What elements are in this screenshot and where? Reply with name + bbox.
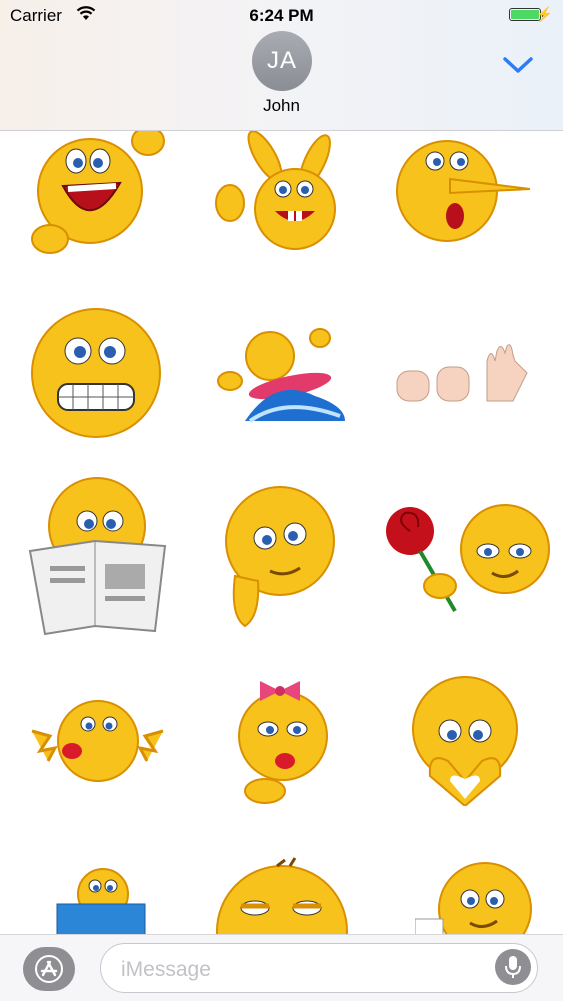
long-nose-pinocchio-emoji[interactable] bbox=[395, 131, 535, 261]
thinking-chin-emoji[interactable] bbox=[220, 486, 350, 631]
message-field-wrapper bbox=[100, 943, 538, 993]
surfing-emoji[interactable] bbox=[215, 326, 355, 426]
rock-paper-scissors-hands[interactable] bbox=[395, 341, 540, 411]
chevron-down-icon[interactable] bbox=[500, 50, 536, 78]
tongue-out-emoji[interactable] bbox=[30, 696, 165, 786]
contact-name[interactable]: John bbox=[0, 96, 563, 116]
status-bar: Carrier 6:24 PM ⚡ bbox=[0, 0, 563, 34]
sleepy-emoji[interactable] bbox=[215, 856, 350, 934]
charging-bolt-icon: ⚡ bbox=[535, 6, 553, 22]
reading-newspaper-emoji[interactable] bbox=[25, 476, 175, 641]
heart-hands-emoji[interactable] bbox=[408, 671, 523, 806]
microphone-button[interactable] bbox=[495, 949, 531, 985]
contact-avatar[interactable]: JA bbox=[252, 31, 312, 91]
rose-flirting-emoji[interactable] bbox=[380, 501, 555, 616]
bow-kiss-emoji[interactable] bbox=[235, 671, 330, 811]
clock: 6:24 PM bbox=[249, 6, 314, 25]
grimacing-emoji[interactable] bbox=[28, 306, 168, 441]
box-peeking-emoji[interactable] bbox=[55, 866, 150, 934]
bunny-ears-thumbs-up-emoji[interactable] bbox=[210, 131, 350, 261]
sticker-grid[interactable] bbox=[0, 131, 563, 934]
conversation-header: Carrier 6:24 PM ⚡ JA John bbox=[0, 0, 563, 131]
app-store-button[interactable] bbox=[23, 947, 75, 991]
compose-bar bbox=[0, 934, 563, 1001]
laughing-waving-emoji[interactable] bbox=[28, 131, 168, 261]
coffee-emoji[interactable] bbox=[415, 859, 535, 934]
app-store-icon bbox=[35, 955, 63, 983]
microphone-icon bbox=[505, 956, 521, 978]
message-input[interactable] bbox=[119, 956, 483, 984]
